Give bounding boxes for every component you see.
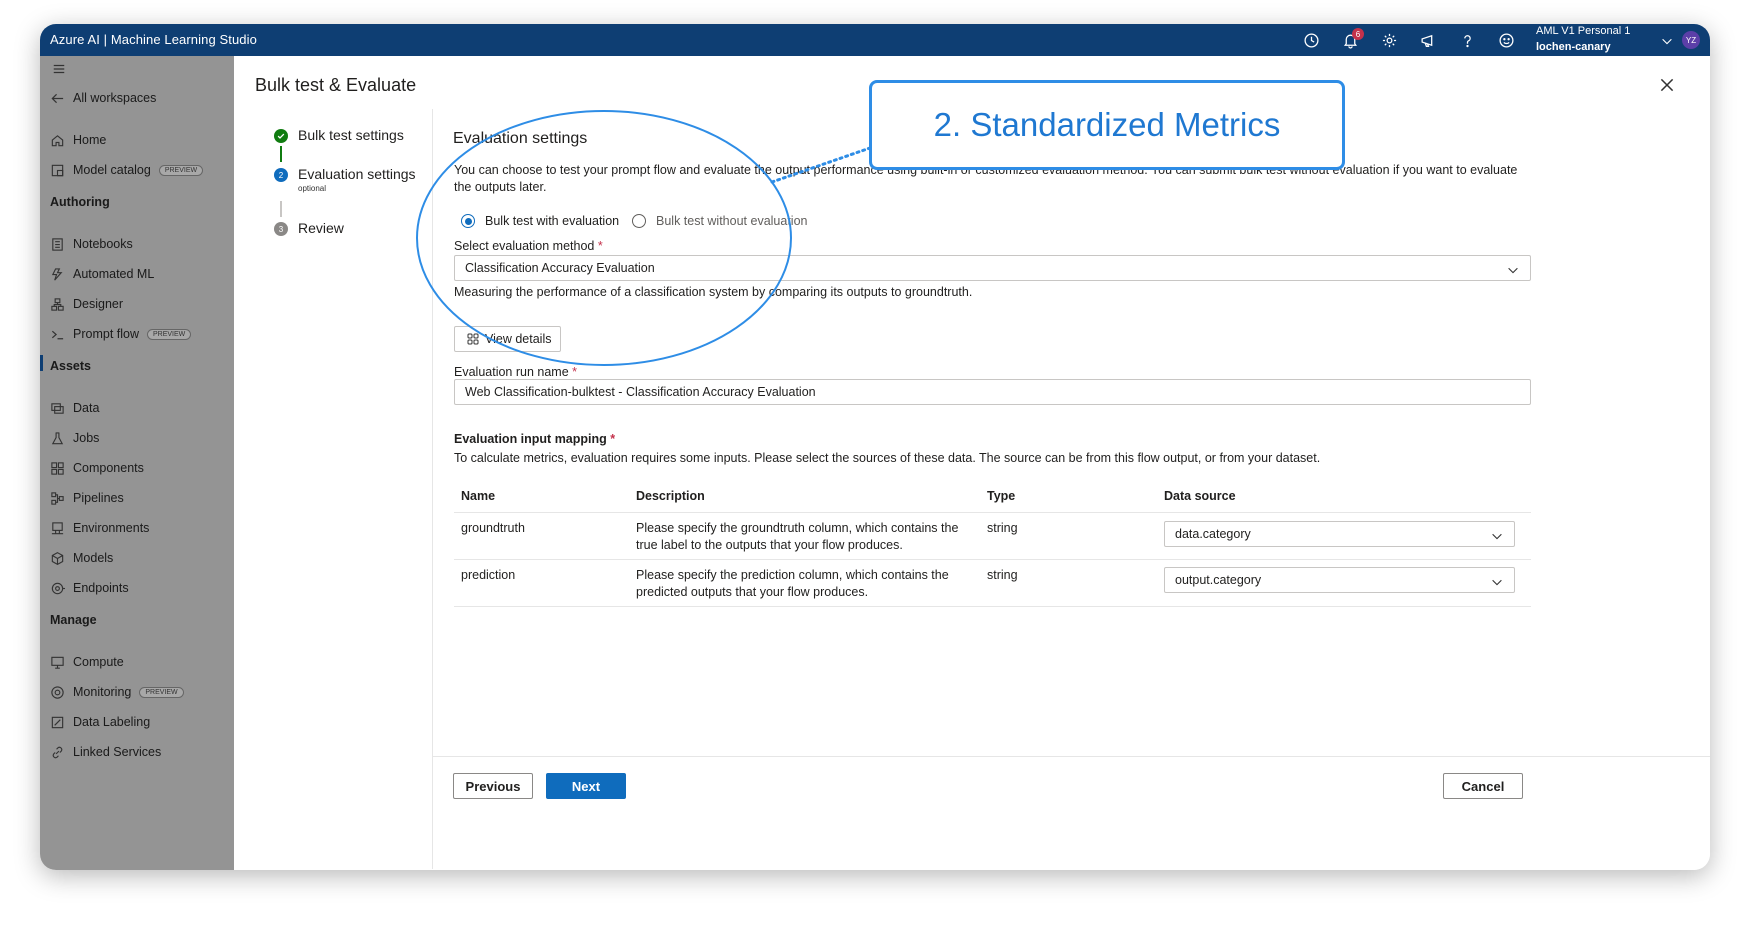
callout-box: 2. Standardized Metrics [869,80,1345,170]
callout-text: 2. Standardized Metrics [933,106,1281,143]
highlight-ellipse [416,110,792,366]
callout-connector [770,146,872,184]
